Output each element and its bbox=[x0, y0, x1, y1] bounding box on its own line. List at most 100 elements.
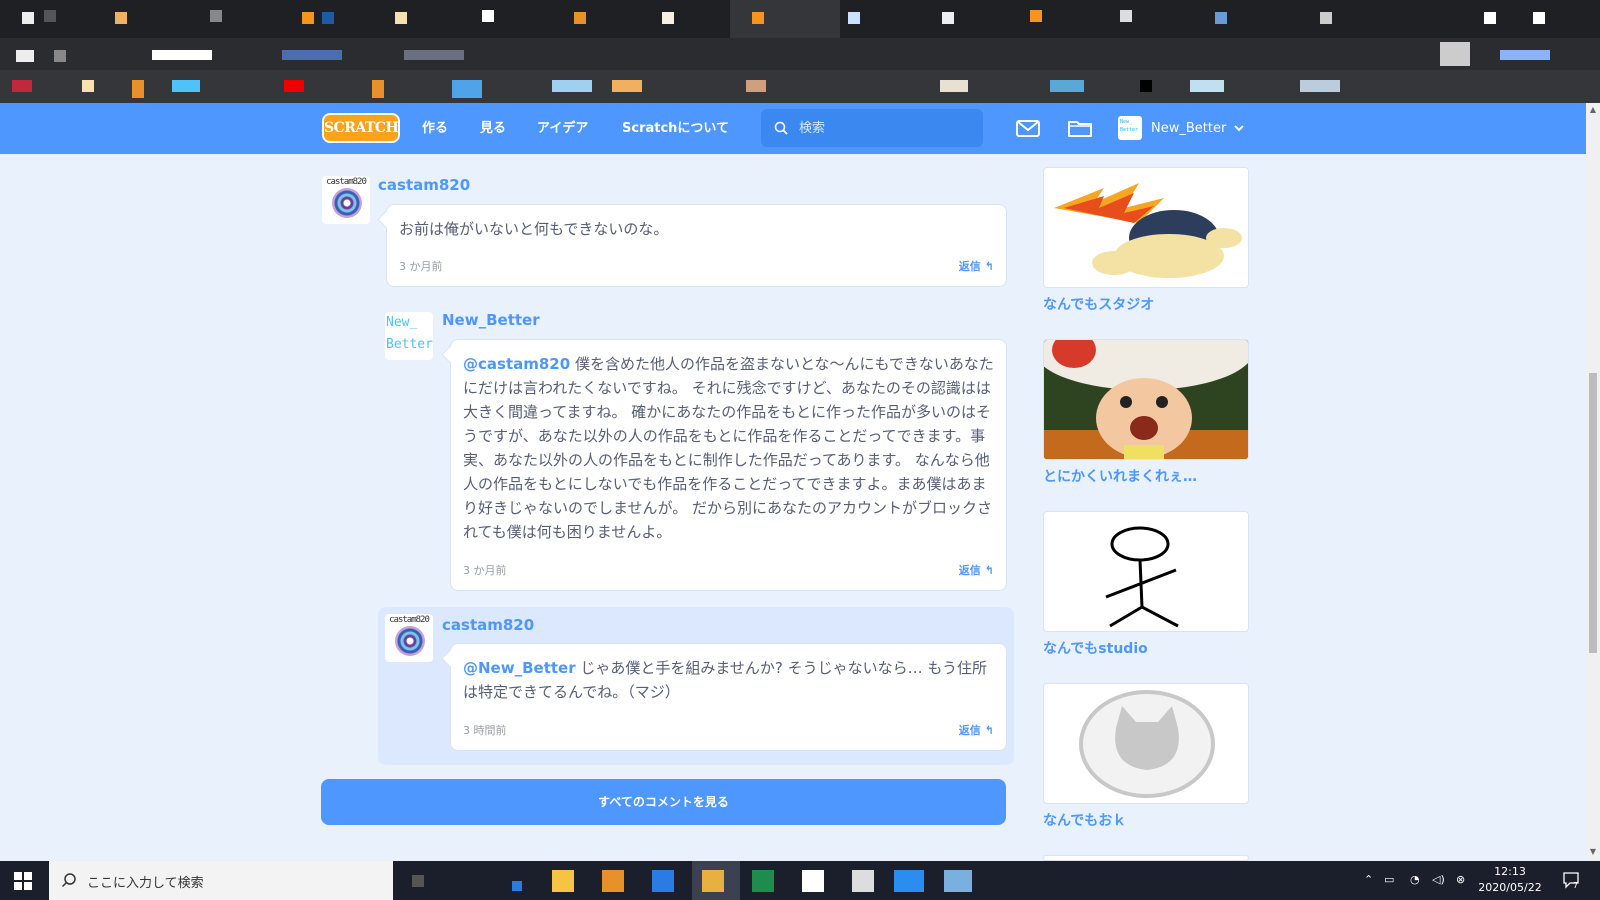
browser-active-tab[interactable] bbox=[730, 0, 840, 38]
notification-center-icon[interactable]: 7 bbox=[1562, 871, 1580, 889]
volume-icon[interactable]: ◁) bbox=[1432, 873, 1445, 886]
bookmark[interactable] bbox=[940, 80, 968, 92]
wifi-icon[interactable]: ◔ bbox=[1410, 873, 1420, 886]
taskbar-app-icon[interactable] bbox=[802, 870, 824, 892]
avatar[interactable]: castam820 bbox=[322, 176, 370, 224]
extension-icon[interactable] bbox=[1440, 42, 1470, 66]
avatar[interactable]: New_ Better bbox=[385, 312, 433, 360]
taskbar-clock[interactable]: 12:13 2020/05/22 bbox=[1470, 864, 1550, 896]
taskbar-app-icon[interactable] bbox=[512, 881, 522, 891]
reply-button[interactable]: 返信 ↰ bbox=[959, 258, 994, 274]
scroll-up-arrow-icon[interactable]: ▲ bbox=[1586, 105, 1600, 117]
tab-favicon bbox=[302, 12, 314, 24]
studio-name[interactable]: なんでもスタジオ bbox=[1043, 294, 1154, 314]
tab-favicon bbox=[44, 10, 56, 22]
scratch-logo[interactable]: SCRATCH bbox=[322, 113, 400, 143]
studio-name[interactable]: とにかくいれまくれぇ… bbox=[1043, 466, 1197, 486]
bookmark[interactable] bbox=[1190, 80, 1224, 92]
clock-time: 12:13 bbox=[1494, 865, 1526, 878]
nav-button[interactable] bbox=[54, 50, 66, 62]
bookmark[interactable] bbox=[404, 50, 464, 60]
studio-thumbnail[interactable] bbox=[1043, 167, 1249, 288]
taskbar-app-icon[interactable] bbox=[652, 870, 674, 892]
nav-ideas-link[interactable]: アイデア bbox=[537, 103, 588, 154]
my-stuff-folder-icon[interactable] bbox=[1067, 116, 1093, 140]
comment-author[interactable]: castam820 bbox=[378, 176, 470, 194]
bookmark[interactable] bbox=[82, 80, 94, 92]
windows-start-icon[interactable] bbox=[14, 872, 32, 890]
search-icon bbox=[61, 873, 76, 888]
comment-author[interactable]: castam820 bbox=[442, 616, 534, 634]
reply-arrow-icon: ↰ bbox=[984, 564, 994, 577]
see-all-comments-button[interactable]: すべてのコメントを見る bbox=[321, 779, 1006, 825]
taskbar-app-icon[interactable] bbox=[944, 870, 972, 892]
notification-count: 7 bbox=[1573, 881, 1578, 889]
messages-icon[interactable] bbox=[1015, 116, 1041, 140]
bookmark[interactable] bbox=[284, 80, 304, 92]
tab-favicon bbox=[395, 12, 407, 24]
bookmark[interactable] bbox=[172, 80, 200, 92]
mention-link[interactable]: @castam820 bbox=[463, 355, 570, 373]
studio-thumbnail[interactable] bbox=[1043, 683, 1249, 804]
taskbar-app-icon[interactable] bbox=[894, 870, 924, 892]
bookmark[interactable] bbox=[372, 80, 384, 98]
reply-button[interactable]: 返信 ↰ bbox=[959, 722, 994, 738]
reply-button[interactable]: 返信 ↰ bbox=[959, 562, 994, 578]
taskbar-app-icon[interactable] bbox=[602, 870, 624, 892]
tray-chevron-up-icon[interactable]: ⌃ bbox=[1364, 873, 1373, 886]
studio-thumbnail[interactable] bbox=[1043, 339, 1249, 460]
bookmark[interactable] bbox=[152, 50, 212, 60]
file-explorer-icon[interactable] bbox=[552, 870, 574, 892]
browser-toolbar[interactable] bbox=[0, 38, 1600, 70]
nav-button[interactable] bbox=[16, 50, 34, 62]
chevron-down-icon[interactable] bbox=[1233, 122, 1245, 134]
avatar[interactable]: castam820 bbox=[385, 614, 433, 662]
comment-bubble: お前は俺がいないと何もできないのな。 3 か月前 返信 ↰ bbox=[386, 204, 1007, 287]
comment-text: @castam820 僕を含めた他人の作品を盗まないとな〜んにもできないあなたに… bbox=[463, 352, 994, 544]
tab-favicon bbox=[574, 12, 586, 24]
search-box[interactable] bbox=[761, 109, 983, 147]
taskbar-app-icon[interactable] bbox=[752, 870, 774, 892]
bookmark[interactable] bbox=[612, 80, 642, 92]
tab-favicon bbox=[942, 12, 954, 24]
studio-thumbnail[interactable] bbox=[1043, 511, 1249, 632]
mention-link[interactable]: @New_Better bbox=[463, 659, 576, 677]
bookmark[interactable] bbox=[12, 80, 32, 92]
comment-timestamp: 3 か月前 bbox=[463, 564, 507, 577]
studio-name[interactable]: なんでもstudio bbox=[1043, 638, 1148, 658]
comment-body: 僕を含めた他人の作品を盗まないとな〜んにもできないあなたにだけは言われたくないで… bbox=[463, 355, 994, 541]
comment-bubble: @castam820 僕を含めた他人の作品を盗まないとな〜んにもできないあなたに… bbox=[450, 339, 1007, 591]
scroll-thumb[interactable] bbox=[1589, 373, 1597, 653]
bookmark[interactable] bbox=[1300, 80, 1340, 92]
browser-icon[interactable] bbox=[702, 870, 724, 892]
stick-figure-image bbox=[1105, 526, 1179, 628]
bookmark[interactable] bbox=[746, 80, 766, 92]
bookmark[interactable] bbox=[132, 80, 144, 98]
bookmark[interactable] bbox=[282, 50, 342, 60]
browser-bookmarks-bar[interactable] bbox=[0, 70, 1600, 103]
extension-icon[interactable] bbox=[1500, 50, 1550, 60]
nav-about-link[interactable]: Scratchについて bbox=[622, 103, 729, 154]
bookmark[interactable] bbox=[1050, 80, 1084, 92]
scroll-down-arrow-icon[interactable]: ▼ bbox=[1586, 847, 1600, 859]
taskbar-app-icon[interactable] bbox=[852, 870, 874, 892]
bookmark[interactable] bbox=[1140, 80, 1152, 92]
user-avatar[interactable]: New_ Better bbox=[1118, 116, 1142, 140]
taskbar-search[interactable]: ここに入力して検索 bbox=[49, 861, 393, 900]
taskbar-app-icon[interactable] bbox=[412, 875, 424, 887]
tab-favicon bbox=[1533, 12, 1545, 24]
page-scrollbar[interactable]: ▲ ▼ bbox=[1586, 103, 1600, 861]
search-input[interactable] bbox=[799, 118, 969, 138]
comment-author[interactable]: New_Better bbox=[442, 311, 540, 329]
bookmark[interactable] bbox=[452, 80, 482, 98]
battery-icon[interactable]: ▭ bbox=[1384, 873, 1394, 886]
nav-explore-link[interactable]: 見る bbox=[480, 103, 506, 154]
tab-favicon bbox=[1120, 10, 1132, 22]
username-menu[interactable]: New_Better bbox=[1151, 103, 1226, 154]
status-x-icon[interactable]: ⊗ bbox=[1456, 873, 1465, 886]
mushroom-character-image bbox=[1044, 340, 1248, 459]
bookmark[interactable] bbox=[552, 80, 592, 92]
avatar-text: New_ bbox=[386, 315, 418, 330]
nav-create-link[interactable]: 作る bbox=[422, 103, 448, 154]
studio-name[interactable]: なんでもおｋ bbox=[1043, 810, 1126, 830]
